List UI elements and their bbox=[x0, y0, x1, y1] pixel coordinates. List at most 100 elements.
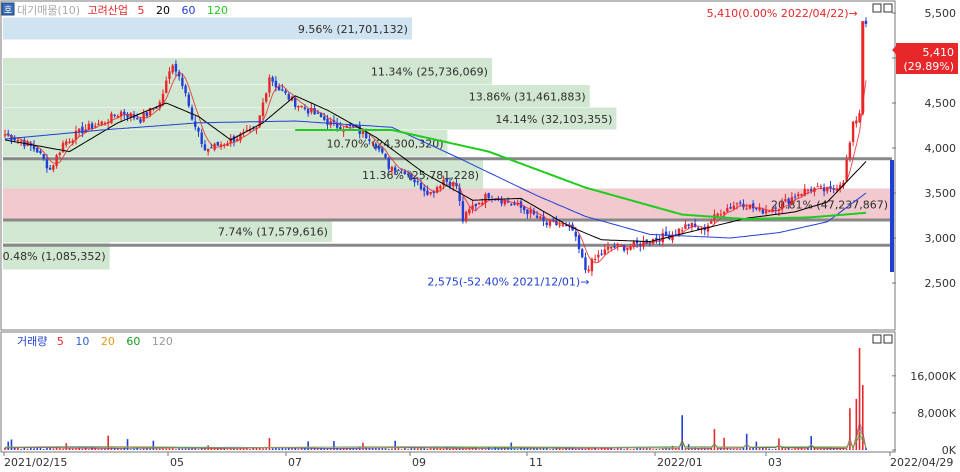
candle-body bbox=[445, 178, 448, 182]
volume-bar bbox=[10, 439, 13, 450]
volume-bar bbox=[133, 448, 135, 450]
volume-bar bbox=[197, 449, 200, 450]
candle-body bbox=[477, 202, 481, 205]
candle-body bbox=[716, 213, 719, 216]
legend-vma10: 10 bbox=[75, 335, 89, 348]
volume-bar bbox=[381, 448, 384, 450]
y-tick-label: 16,000K bbox=[910, 370, 956, 383]
volume-bar bbox=[100, 448, 103, 450]
candle-body bbox=[416, 181, 419, 183]
volume-bar bbox=[516, 449, 519, 450]
candle-body bbox=[261, 102, 265, 117]
volume-bar bbox=[768, 448, 771, 450]
candle-body bbox=[474, 203, 478, 207]
legend-ma60: 60 bbox=[182, 4, 196, 17]
volume-bar bbox=[400, 449, 403, 450]
candle-body bbox=[851, 121, 855, 142]
volume-bar bbox=[226, 449, 229, 450]
candle-body bbox=[210, 147, 213, 149]
candle-body bbox=[848, 142, 852, 159]
volume-bar bbox=[26, 448, 29, 450]
candle-body bbox=[577, 235, 581, 250]
candle-body bbox=[581, 249, 584, 258]
candle-body bbox=[371, 142, 374, 144]
candle-body bbox=[94, 125, 97, 128]
candle-body bbox=[165, 80, 168, 93]
volume-bar bbox=[265, 448, 268, 450]
volume-bar bbox=[449, 448, 451, 450]
x-tick-label: 2022/04/29 bbox=[890, 456, 953, 469]
candle-body bbox=[268, 77, 271, 93]
volume-bar bbox=[442, 448, 445, 450]
volume-bar bbox=[81, 449, 84, 450]
volume-bar bbox=[732, 448, 735, 450]
candle-body bbox=[680, 230, 684, 232]
candle-body bbox=[174, 63, 178, 72]
volume-bar bbox=[249, 449, 251, 450]
volume-bar bbox=[865, 448, 867, 450]
candle-body bbox=[187, 94, 191, 106]
candle-body bbox=[48, 167, 52, 170]
volume-bar bbox=[778, 438, 780, 450]
volume-bar bbox=[42, 448, 45, 450]
volume-bar bbox=[88, 449, 90, 450]
candle-body bbox=[55, 155, 58, 166]
volume-bar bbox=[33, 448, 35, 450]
volume-panel-maximize-button[interactable] bbox=[872, 334, 882, 344]
volume-bar bbox=[46, 447, 48, 450]
candle-body bbox=[864, 20, 868, 24]
candle-body bbox=[155, 107, 158, 109]
candle-body bbox=[739, 202, 742, 204]
price-panel-close-button[interactable] bbox=[883, 3, 893, 13]
legend-volume-name: 거래량 bbox=[17, 335, 47, 348]
candle-body bbox=[719, 214, 723, 216]
volume-bar bbox=[162, 448, 164, 450]
candle-body bbox=[587, 269, 590, 272]
volume-bar bbox=[316, 448, 319, 450]
candle-body bbox=[613, 246, 616, 248]
volume-panel-frame bbox=[0, 331, 896, 453]
candle-body bbox=[574, 231, 577, 237]
candle-body bbox=[539, 216, 542, 219]
volume-bar bbox=[97, 449, 100, 450]
volume-bar bbox=[407, 449, 409, 450]
volume-bar bbox=[510, 442, 513, 450]
candle-body bbox=[439, 186, 442, 189]
volume-bar bbox=[620, 448, 622, 450]
volume-bar bbox=[391, 448, 393, 450]
candle-body bbox=[36, 148, 39, 153]
legend-indicator-name: 대기매물(10) bbox=[17, 4, 80, 17]
volume-bar bbox=[791, 449, 793, 450]
candle-body bbox=[593, 258, 597, 260]
candle-body bbox=[184, 85, 187, 94]
volume-bar bbox=[729, 449, 732, 450]
candle-body bbox=[761, 209, 765, 214]
candle-body bbox=[487, 193, 490, 199]
candle-body bbox=[622, 245, 626, 251]
candle-body bbox=[13, 138, 16, 141]
volume-bar bbox=[513, 448, 516, 450]
supply-band-label: 9.56% (21,701,132) bbox=[298, 23, 408, 36]
candle-body bbox=[800, 194, 803, 196]
candle-body bbox=[194, 121, 197, 128]
volume-bar bbox=[29, 447, 32, 450]
candle-body bbox=[535, 215, 539, 218]
candle-body bbox=[271, 77, 274, 82]
candle-body bbox=[384, 153, 387, 158]
volume-bar bbox=[236, 448, 238, 450]
volume-panel-close-button[interactable] bbox=[883, 334, 893, 344]
volume-bar bbox=[165, 448, 168, 450]
volume-bar bbox=[736, 448, 738, 450]
candle-body bbox=[413, 179, 416, 183]
candle-body bbox=[377, 146, 381, 150]
price-panel-maximize-button[interactable] bbox=[872, 3, 882, 13]
volume-bar bbox=[120, 448, 122, 450]
candle-body bbox=[722, 212, 726, 214]
candle-body bbox=[65, 141, 68, 145]
volume-bar bbox=[797, 448, 800, 450]
volume-bar bbox=[158, 448, 161, 450]
candle-body bbox=[171, 65, 174, 73]
volume-bar bbox=[771, 449, 774, 450]
legend-vma5: 5 bbox=[57, 335, 64, 348]
volume-bar bbox=[713, 429, 716, 450]
